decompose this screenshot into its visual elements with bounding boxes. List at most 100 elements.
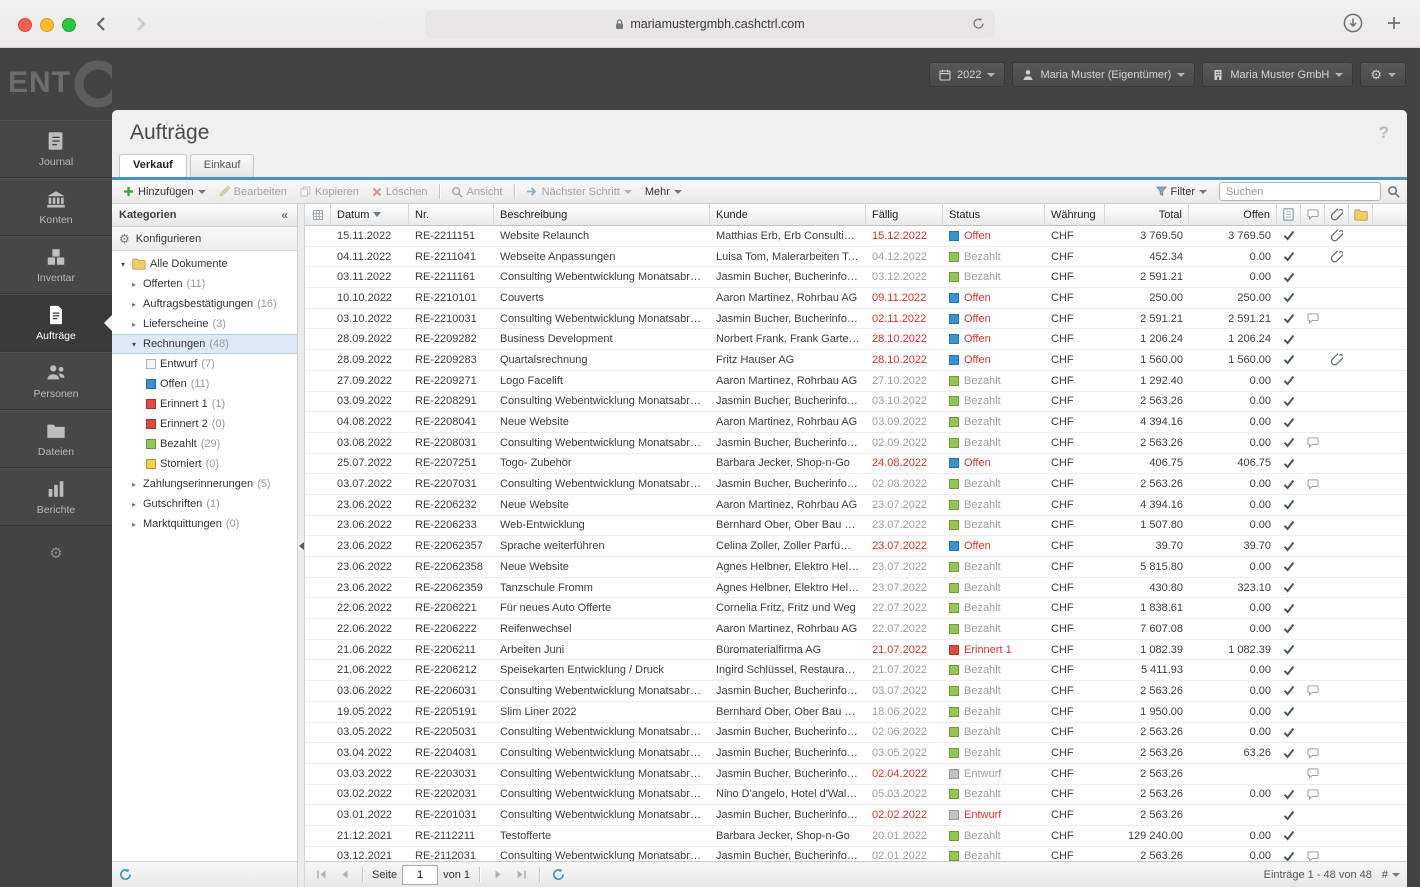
tree-item-erinnert-1[interactable]: Erinnert 1 (1)	[112, 394, 297, 414]
sidebar-item-journal[interactable]: Journal	[0, 120, 112, 178]
column-header-beschreibung[interactable]: Beschreibung	[494, 204, 710, 225]
next-page-button[interactable]	[489, 866, 507, 884]
reload-button[interactable]	[972, 17, 985, 33]
edit-button[interactable]: Bearbeiten	[213, 185, 293, 199]
sidebar-item-dateien[interactable]: Dateien	[0, 410, 112, 468]
address-bar[interactable]: mariamustergmbh.cashctrl.com	[425, 10, 995, 38]
column-header-offen[interactable]: Offen	[1189, 204, 1277, 225]
tree-item-lieferscheine[interactable]: ▸ Lieferscheine (3)	[112, 314, 297, 334]
sidebar-settings-button[interactable]: ⚙	[0, 544, 112, 562]
configure-button[interactable]: ⚙ Konfigurieren	[112, 227, 297, 251]
help-button[interactable]: ?	[1379, 123, 1389, 143]
table-row[interactable]: 03.08.2022 RE-2208031 Consulting Webentwic…	[305, 433, 1407, 454]
first-page-button[interactable]	[312, 866, 330, 884]
delete-button[interactable]: Löschen	[366, 185, 434, 199]
tree-item-zahlungserinnerungen[interactable]: ▸ Zahlungserinnerungen (5)	[112, 474, 297, 494]
column-header-dossier[interactable]	[1349, 204, 1373, 225]
column-header-datum[interactable]: Datum	[331, 204, 409, 225]
table-row[interactable]: 25.07.2022 RE-2207251 Togo- Zubehör Barbara…	[305, 454, 1407, 475]
tree-item-erinnert-2[interactable]: Erinnert 2 (0)	[112, 414, 297, 434]
table-row[interactable]: 04.08.2022 RE-2208041 Neue Website Aaron Ma…	[305, 412, 1407, 433]
table-row[interactable]: 03.10.2022 RE-2210031 Consulting Webentwic…	[305, 309, 1407, 330]
prev-page-button[interactable]	[335, 866, 353, 884]
table-row[interactable]: 10.10.2022 RE-2210101 Couverts Aaron Martin…	[305, 288, 1407, 309]
table-row[interactable]: 28.09.2022 RE-2209283 Quartalsrechnung Frit…	[305, 350, 1407, 371]
table-row[interactable]: 23.06.2022 RE-2206232 Neue Website Aaron Ma…	[305, 495, 1407, 516]
refresh-button[interactable]	[549, 866, 567, 884]
tree-item-offerten[interactable]: ▸ Offerten (11)	[112, 274, 297, 294]
table-row[interactable]: 03.09.2022 RE-2208291 Consulting Webentwic…	[305, 392, 1407, 413]
fiscal-year-button[interactable]: 2022	[929, 62, 1006, 87]
column-header-comments[interactable]	[1301, 204, 1325, 225]
close-window-button[interactable]	[18, 18, 32, 32]
table-row[interactable]: 23.06.2022 RE-22062357 Sprache weiterführe…	[305, 536, 1407, 557]
page-number-input[interactable]	[402, 864, 439, 885]
sidebar-item-personen[interactable]: Personen	[0, 352, 112, 410]
table-row[interactable]: 21.12.2021 RE-2112211 Testofferte Barbara J…	[305, 826, 1407, 847]
tree-item-offen[interactable]: Offen (11)	[112, 374, 297, 394]
table-row[interactable]: 04.11.2022 RE-2211041 Webseite Anpassungen…	[305, 247, 1407, 268]
column-header-waehrung[interactable]: Währung	[1045, 204, 1105, 225]
column-header-booked[interactable]	[1277, 204, 1301, 225]
minimize-window-button[interactable]	[40, 18, 54, 32]
table-row[interactable]: 03.05.2022 RE-2205031 Consulting Webentwic…	[305, 723, 1407, 744]
panel-splitter[interactable]	[298, 204, 305, 887]
new-tab-button[interactable]	[1386, 15, 1402, 36]
back-button[interactable]	[88, 11, 114, 37]
tree-item-storniert[interactable]: Storniert (0)	[112, 454, 297, 474]
column-header-total[interactable]: Total	[1105, 204, 1189, 225]
tree-item-rechnungen[interactable]: ▾ Rechnungen (48)	[112, 334, 297, 354]
downloads-button[interactable]	[1342, 12, 1364, 39]
forward-button[interactable]	[128, 11, 154, 37]
table-row[interactable]: 03.06.2022 RE-2206031 Consulting Webentwic…	[305, 681, 1407, 702]
user-menu-button[interactable]: Maria Muster (Eigentümer)	[1012, 62, 1196, 87]
table-row[interactable]: 03.04.2022 RE-2204031 Consulting Webentwic…	[305, 743, 1407, 764]
zoom-window-button[interactable]	[62, 18, 76, 32]
column-header-attachments[interactable]	[1325, 204, 1349, 225]
filter-button[interactable]: Filter	[1150, 185, 1213, 199]
column-header-kunde[interactable]: Kunde	[710, 204, 866, 225]
sidebar-item-berichte[interactable]: Berichte	[0, 468, 112, 526]
last-page-button[interactable]	[512, 866, 530, 884]
table-row[interactable]: 22.06.2022 RE-2206221 Für neues Auto Offer…	[305, 598, 1407, 620]
table-row[interactable]: 03.02.2022 RE-2202031 Consulting Webentwic…	[305, 785, 1407, 806]
search-input[interactable]	[1219, 182, 1381, 201]
sidebar-item-inventar[interactable]: Inventar	[0, 236, 112, 294]
table-row[interactable]: 21.06.2022 RE-2206212 Speisekarten Entwick…	[305, 660, 1407, 682]
tree-item-entwurf[interactable]: Entwurf (7)	[112, 354, 297, 374]
view-button[interactable]: Ansicht	[445, 185, 509, 199]
table-row[interactable]: 03.12.2021 RE-2112031 Consulting Webentwic…	[305, 847, 1407, 861]
table-row[interactable]: 03.01.2022 RE-2201031 Consulting Webentwic…	[305, 805, 1407, 826]
table-row[interactable]: 23.06.2022 RE-22062359 Tanzschule Fromm Agn…	[305, 578, 1407, 599]
tree-item-bezahlt[interactable]: Bezahlt (29)	[112, 434, 297, 454]
column-header-nr[interactable]: Nr.	[409, 204, 494, 225]
tab-einkauf[interactable]: Einkauf	[189, 154, 255, 177]
table-row[interactable]: 27.09.2022 RE-2209271 Logo Facelift Aaron M…	[305, 371, 1407, 392]
refresh-button[interactable]	[119, 868, 132, 881]
grid-options-header[interactable]	[305, 204, 331, 225]
collapse-panel-button[interactable]: «	[279, 208, 290, 222]
tree-item-marktquittungen[interactable]: ▸ Marktquittungen (0)	[112, 514, 297, 534]
search-button[interactable]	[1387, 185, 1400, 198]
table-row[interactable]: 22.06.2022 RE-2206222 Reifenwechsel Aaron M…	[305, 619, 1407, 640]
more-button[interactable]: Mehr	[639, 185, 688, 199]
row-number-menu-button[interactable]: #	[1382, 869, 1400, 881]
tab-verkauf[interactable]: Verkauf	[119, 154, 187, 177]
column-header-status[interactable]: Status	[943, 204, 1045, 225]
table-row[interactable]: 03.03.2022 RE-2203031 Consulting Webentwic…	[305, 764, 1407, 785]
table-row[interactable]: 23.06.2022 RE-2206233 Web-Entwicklung Bernh…	[305, 516, 1407, 537]
collapse-left-icon[interactable]	[299, 541, 304, 550]
table-row[interactable]: 21.06.2022 RE-2206211 Arbeiten Juni Büromat…	[305, 640, 1407, 661]
add-button[interactable]: Hinzufügen	[117, 185, 212, 199]
sidebar-item-auftraege[interactable]: Aufträge	[0, 294, 112, 352]
table-row[interactable]: 19.05.2022 RE-2205191 Slim Liner 2022 Bernh…	[305, 702, 1407, 723]
table-row[interactable]: 03.07.2022 RE-2207031 Consulting Webentwic…	[305, 474, 1407, 495]
tree-item-gutschriften[interactable]: ▸ Gutschriften (1)	[112, 494, 297, 514]
next-step-button[interactable]: Nächster Schritt	[520, 185, 638, 199]
table-row[interactable]: 15.11.2022 RE-2211151 Website Relaunch Matt…	[305, 226, 1407, 247]
tree-item-auftragsbestätigungen[interactable]: ▸ Auftragsbestätigungen (16)	[112, 294, 297, 314]
company-menu-button[interactable]: Maria Muster GmbH	[1202, 62, 1354, 87]
table-row[interactable]: 03.11.2022 RE-2211161 Consulting Webentwic…	[305, 267, 1407, 289]
column-header-faellig[interactable]: Fällig	[866, 204, 943, 225]
settings-menu-button[interactable]: ⚙	[1360, 62, 1406, 87]
